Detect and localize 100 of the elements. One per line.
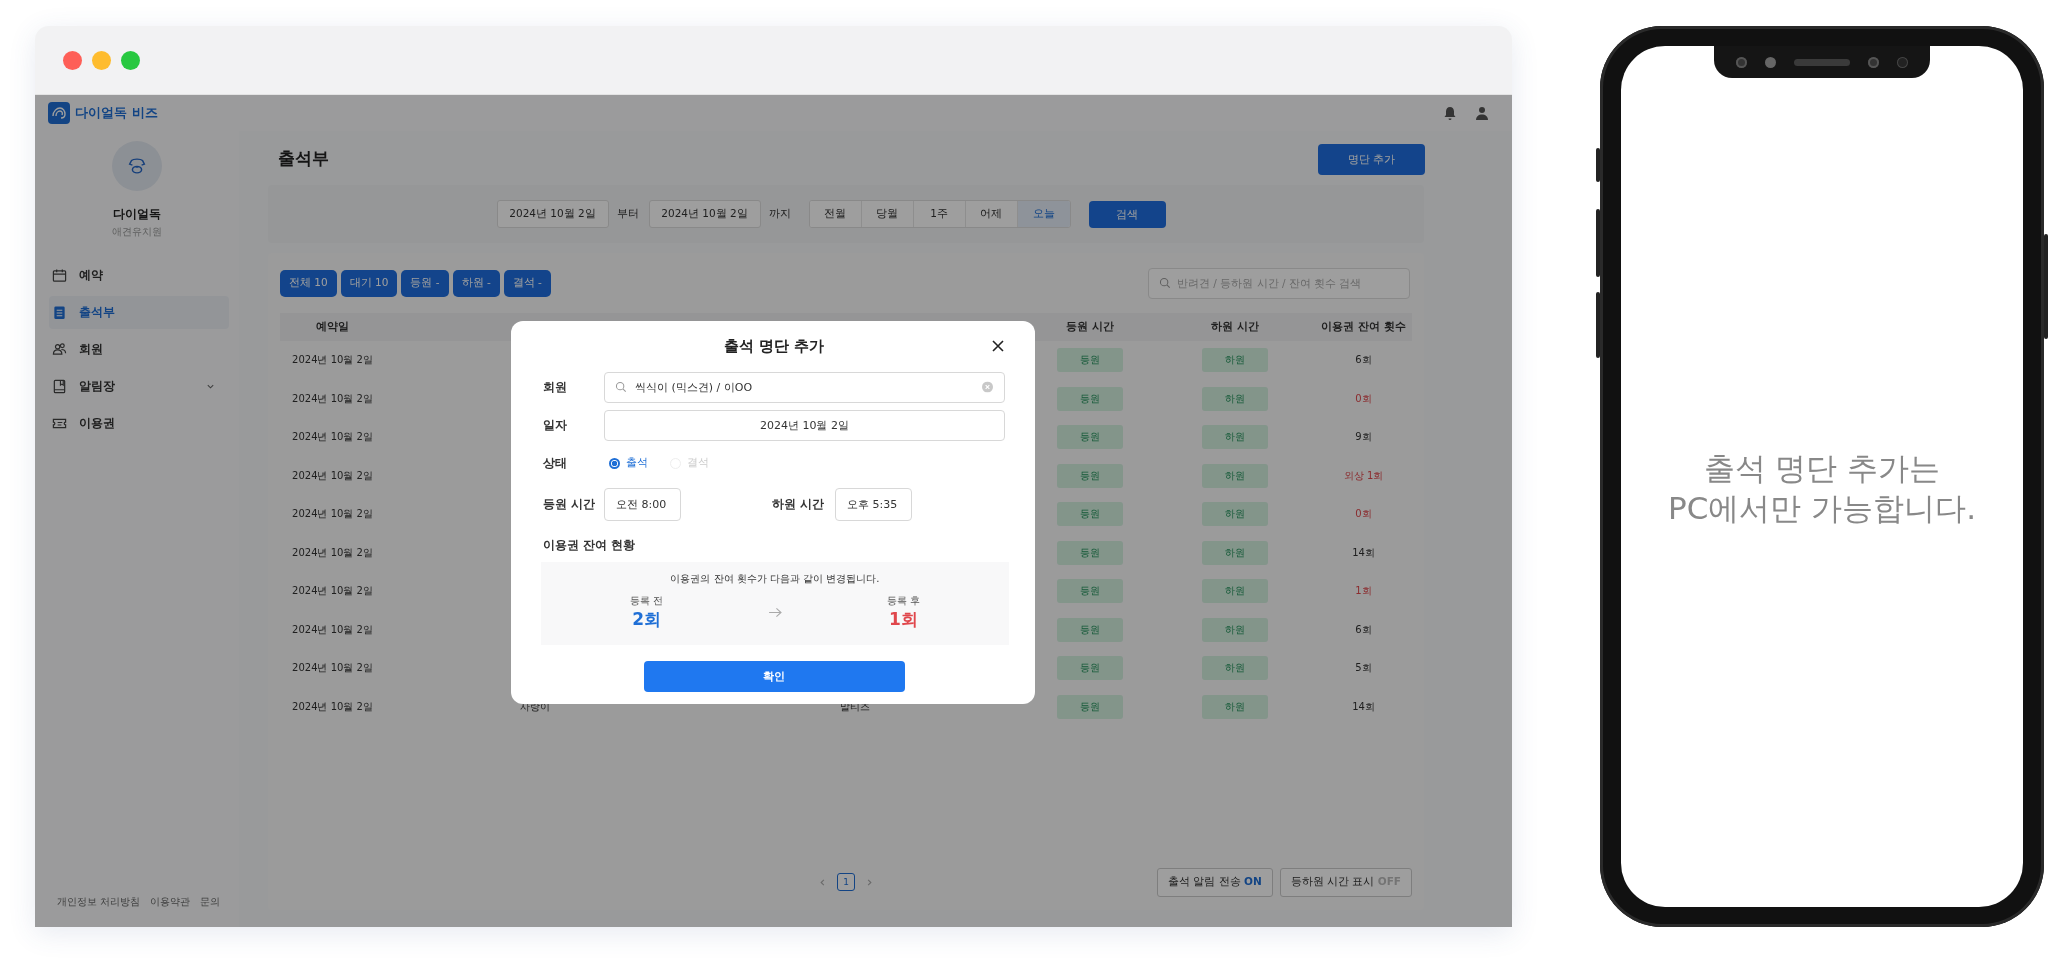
start-date-field[interactable]: 2024년 10월 2일: [496, 200, 609, 228]
check-in-button[interactable]: 등원: [1057, 694, 1123, 719]
table-cell: 6회: [1355, 622, 1372, 637]
check-in-button[interactable]: 등원: [1057, 348, 1123, 373]
status-filter-chip[interactable]: 전체 10: [280, 269, 337, 297]
check-in-button[interactable]: 등원: [1057, 617, 1123, 642]
minimize-window-icon[interactable]: [92, 50, 111, 70]
date-range-tab[interactable]: 오늘: [1017, 201, 1070, 227]
check-out-button[interactable]: 하원: [1202, 463, 1268, 488]
maximize-window-icon[interactable]: [121, 50, 140, 70]
check-out-button[interactable]: 하원: [1202, 502, 1268, 527]
status-radio-option[interactable]: 출석: [609, 456, 648, 470]
check-in-button[interactable]: 등원: [1057, 540, 1123, 565]
check-out-time-field[interactable]: 오후 5:35: [835, 487, 912, 521]
column-header: 이용권 잔여 횟수: [1321, 320, 1406, 334]
table-cell: 0회: [1355, 507, 1372, 522]
nav-item[interactable]: 예약: [49, 259, 229, 292]
check-in-button[interactable]: 등원: [1057, 502, 1123, 527]
date-range-label: 부터: [616, 207, 639, 221]
table-cell: 6회: [1355, 353, 1372, 368]
notebook-icon: [52, 379, 67, 394]
add-list-button[interactable]: 명단 추가: [1318, 143, 1425, 175]
check-out-button[interactable]: 하원: [1202, 425, 1268, 450]
ticket-icon: [52, 416, 67, 431]
field-label: 상태: [543, 454, 568, 472]
profile-subtitle: 애견유치원: [112, 225, 162, 239]
status-filter-chip[interactable]: 대기 10: [340, 269, 398, 297]
table-cell: 0회: [1355, 391, 1372, 406]
field-label: 등원 시간: [543, 495, 597, 513]
field-label: 일자: [543, 416, 568, 434]
section-title: 이용권 잔여 현황: [543, 537, 637, 554]
table-cell: 2024년 10월 2일: [292, 430, 373, 445]
column-header: 예약일: [316, 320, 349, 334]
footer-link[interactable]: 문의: [200, 895, 221, 909]
nav-item[interactable]: 회원: [49, 333, 229, 366]
table-cell: 2024년 10월 2일: [292, 391, 373, 406]
field-label: 하원 시간: [772, 495, 826, 513]
nav-item[interactable]: 출석부: [49, 296, 229, 329]
confirm-button[interactable]: 확인: [643, 661, 905, 692]
table-cell: 5회: [1355, 661, 1372, 676]
table-cell: 14회: [1352, 545, 1375, 560]
status-filter-chip[interactable]: 결석 -: [503, 269, 551, 297]
calendar-icon: [52, 268, 67, 283]
toggle-button[interactable]: 출석 알림 전송 ON: [1156, 867, 1273, 897]
previous-page-icon[interactable]: [818, 877, 827, 887]
nav-item[interactable]: 이용권: [49, 407, 229, 440]
logo-icon: [48, 102, 70, 124]
close-icon[interactable]: [991, 339, 1005, 353]
clear-icon[interactable]: [982, 381, 993, 393]
check-in-time-field[interactable]: 오전 8:00: [604, 487, 681, 521]
date-field[interactable]: 2024년 10월 2일: [604, 409, 1005, 441]
footer-link[interactable]: 개인정보 처리방침: [57, 895, 141, 909]
phone-message: 출석 명단 추가는 PC에서만 가능합니다.: [1667, 449, 1977, 529]
footer-link[interactable]: 이용약관: [150, 895, 191, 909]
after-count: 1회: [889, 608, 918, 631]
end-date-field[interactable]: 2024년 10월 2일: [648, 200, 761, 228]
profile-name: 다이얼독: [113, 206, 161, 223]
check-out-button[interactable]: 하원: [1202, 617, 1268, 642]
notification-bell-icon[interactable]: [1442, 105, 1458, 121]
arrow-right-icon: [767, 607, 783, 618]
dog-face-icon: [126, 155, 148, 177]
check-in-button[interactable]: 등원: [1057, 386, 1123, 411]
check-out-button[interactable]: 하원: [1202, 694, 1268, 719]
search-button[interactable]: 검색: [1088, 200, 1166, 228]
check-out-button[interactable]: 하원: [1202, 386, 1268, 411]
table-cell: 9회: [1355, 430, 1372, 445]
status-filter-chip[interactable]: 하원 -: [452, 269, 500, 297]
check-in-button[interactable]: 등원: [1057, 425, 1123, 450]
date-range-tab[interactable]: 전월: [809, 201, 862, 227]
page-title: 출석부: [278, 146, 329, 170]
check-out-button[interactable]: 하원: [1202, 348, 1268, 373]
after-label: 등록 후: [886, 594, 920, 608]
check-out-button[interactable]: 하원: [1202, 540, 1268, 565]
member-search-field[interactable]: 씩식이 (믹스견) / 이OO: [604, 371, 1005, 403]
column-header: 하원 시간: [1211, 320, 1259, 334]
check-in-button[interactable]: 등원: [1057, 656, 1123, 681]
summary-message: 이용권의 잔여 횟수가 다음과 같이 변경됩니다.: [670, 572, 880, 586]
chevron-icon: [206, 382, 215, 391]
search-icon: [615, 381, 627, 393]
check-in-button[interactable]: 등원: [1057, 579, 1123, 604]
radio-button-icon[interactable]: [609, 457, 620, 469]
clipboard-icon: [52, 305, 67, 320]
check-in-button[interactable]: 등원: [1057, 463, 1123, 488]
next-page-icon[interactable]: [865, 877, 874, 887]
people-icon: [52, 342, 67, 357]
table-cell: 2024년 10월 2일: [292, 622, 373, 637]
table-cell: 2024년 10월 2일: [292, 699, 373, 714]
check-out-button[interactable]: 하원: [1202, 579, 1268, 604]
nav-item[interactable]: 알림장: [49, 370, 229, 403]
table-cell: 외상 1회: [1343, 468, 1384, 483]
user-icon[interactable]: [1474, 105, 1490, 121]
logo-text[interactable]: 다이얼독 비즈: [75, 104, 158, 122]
status-filter-chip[interactable]: 등원 -: [401, 269, 449, 297]
before-label: 등록 전: [630, 594, 664, 608]
check-out-button[interactable]: 하원: [1202, 656, 1268, 681]
table-cell: 2024년 10월 2일: [292, 661, 373, 676]
field-label: 회원: [543, 378, 568, 396]
page-button[interactable]: 1: [837, 873, 855, 891]
before-count: 2회: [632, 608, 661, 631]
close-window-icon[interactable]: [63, 50, 82, 70]
